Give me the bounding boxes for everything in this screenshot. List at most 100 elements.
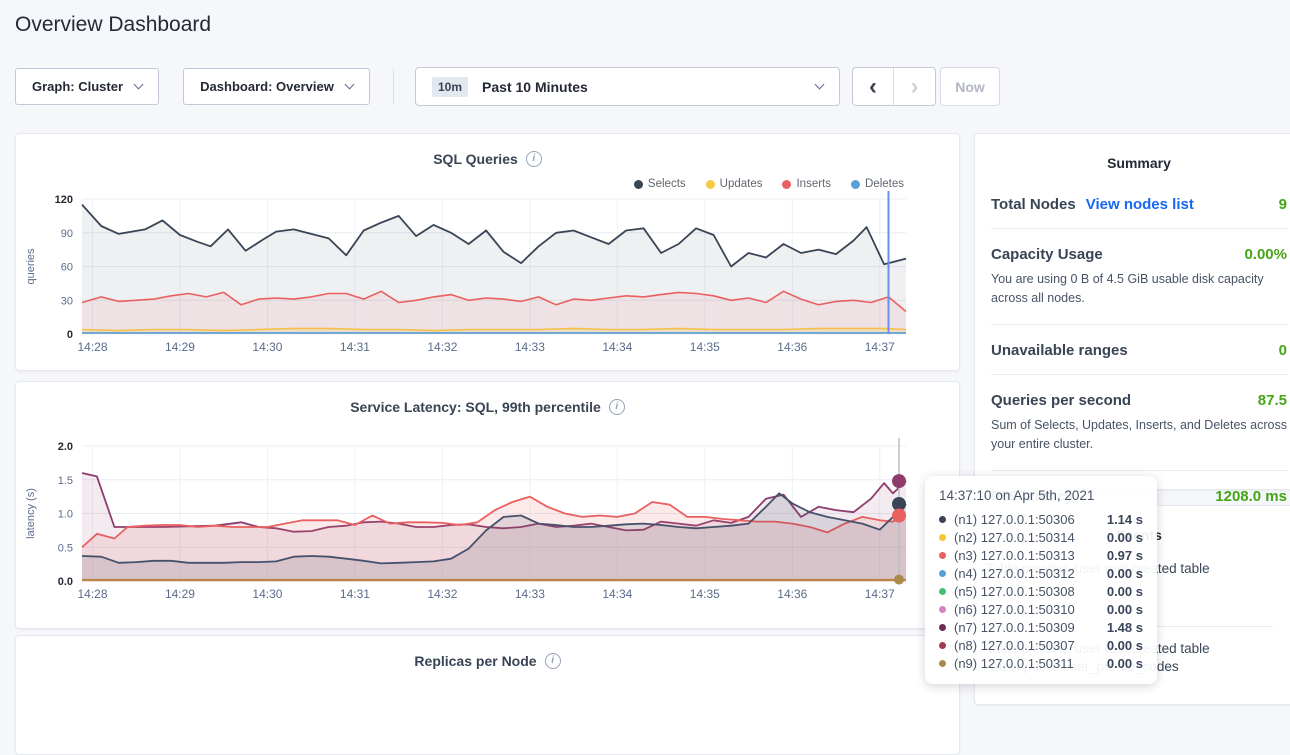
tooltip-row: (n7) 127.0.0.1:503091.48 s [939, 618, 1143, 636]
svg-text:0: 0 [67, 329, 73, 341]
summary-row-unavailable: Unavailable ranges 0 [991, 325, 1287, 375]
graph-dropdown-label: Graph: Cluster [32, 79, 123, 94]
sql-queries-card: SQL Queries i Selects Updates Inserts De… [15, 133, 960, 371]
time-next-button[interactable]: › [894, 68, 935, 105]
total-nodes-value: 9 [1279, 196, 1287, 213]
node-address: (n8) 127.0.0.1:50307 [954, 638, 1075, 653]
svg-text:14:31: 14:31 [340, 340, 370, 354]
svg-text:0.0: 0.0 [58, 576, 73, 588]
node-latency-value: 0.97 s [1107, 548, 1143, 563]
node-dot-icon [939, 588, 946, 595]
sql-queries-chart[interactable]: 14:2814:2914:3014:3114:3214:3314:3414:35… [16, 134, 961, 372]
node-address: (n4) 127.0.0.1:50312 [954, 566, 1075, 581]
svg-text:14:28: 14:28 [77, 340, 107, 354]
tooltip-row: (n2) 127.0.0.1:50314 0.00 s [939, 528, 1143, 546]
now-button-label: Now [955, 79, 985, 95]
svg-text:1.0: 1.0 [58, 509, 73, 521]
svg-text:14:33: 14:33 [515, 587, 545, 601]
svg-text:14:33: 14:33 [515, 340, 545, 354]
capacity-value: 0.00% [1244, 246, 1287, 263]
node-dot-icon [939, 642, 946, 649]
capacity-label: Capacity Usage [991, 246, 1103, 263]
node-dot-icon [939, 570, 946, 577]
capacity-desc: You are using 0 B of 4.5 GiB usable disk… [991, 270, 1287, 309]
node-latency-value: 0.00 s [1107, 566, 1143, 581]
time-nav-group: ‹ › [852, 67, 936, 106]
node-latency-value: 0.00 s [1107, 656, 1143, 671]
node-dot-icon [939, 606, 946, 613]
service-latency-card: Service Latency: SQL, 99th percentile i … [15, 381, 960, 629]
node-latency-value: 0.00 s [1107, 584, 1143, 599]
node-address: (n1) 127.0.0.1:50306 [954, 512, 1075, 527]
tooltip-row: (n8) 127.0.0.1:50307 0.00 s [939, 636, 1143, 654]
replicas-per-node-title: Replicas per Node [414, 653, 536, 669]
node-address: (n9) 127.0.0.1:50311 [954, 656, 1074, 671]
node-dot-icon [939, 516, 946, 523]
unavailable-ranges-value: 0 [1279, 342, 1287, 359]
page-title: Overview Dashboard [15, 13, 211, 37]
svg-text:latency (s): latency (s) [25, 488, 37, 539]
controls-divider [393, 69, 394, 104]
service-latency-chart[interactable]: 14:2814:2914:3014:3114:3214:3314:3414:35… [16, 382, 961, 630]
chevron-right-icon: › [911, 73, 919, 101]
time-prev-button[interactable]: ‹ [853, 68, 894, 105]
qps-label: Queries per second [991, 392, 1131, 409]
node-address: (n5) 127.0.0.1:50308 [954, 584, 1075, 599]
svg-text:30: 30 [61, 295, 73, 307]
node-address: (n6) 127.0.0.1:50310 [954, 602, 1075, 617]
tooltip-row: (n9) 127.0.0.1:50311 0.00 s [939, 654, 1143, 672]
chart-hover-tooltip: 14:37:10 on Apr 5th, 2021 (n1) 127.0.0.1… [925, 476, 1157, 684]
tooltip-row: (n5) 127.0.0.1:50308 0.00 s [939, 582, 1143, 600]
svg-text:14:34: 14:34 [602, 587, 632, 601]
qps-value: 87.5 [1258, 392, 1287, 409]
time-range-label: Past 10 Minutes [482, 79, 588, 95]
tooltip-row: (n3) 127.0.0.1:503130.97 s [939, 546, 1143, 564]
svg-text:2.0: 2.0 [58, 441, 73, 453]
svg-text:14:29: 14:29 [165, 587, 195, 601]
svg-text:14:35: 14:35 [690, 587, 720, 601]
tooltip-row: (n4) 127.0.0.1:50312 0.00 s [939, 564, 1143, 582]
svg-text:14:30: 14:30 [252, 340, 282, 354]
chevron-down-icon [344, 80, 354, 90]
graph-dropdown[interactable]: Graph: Cluster [15, 68, 159, 105]
info-icon[interactable]: i [545, 653, 561, 669]
dashboard-dropdown[interactable]: Dashboard: Overview [183, 68, 370, 105]
svg-text:120: 120 [55, 194, 73, 206]
node-dot-icon [939, 534, 946, 541]
view-nodes-list-link[interactable]: View nodes list [1086, 196, 1194, 213]
total-nodes-label: Total Nodes [991, 196, 1076, 213]
svg-text:14:31: 14:31 [340, 587, 370, 601]
node-dot-icon [939, 552, 946, 559]
tooltip-row: (n1) 127.0.0.1:50306 1.14 s [939, 510, 1143, 528]
tooltip-timestamp: 14:37:10 on Apr 5th, 2021 [939, 488, 1143, 503]
svg-text:14:34: 14:34 [602, 340, 632, 354]
svg-text:60: 60 [61, 262, 73, 274]
svg-text:90: 90 [61, 228, 73, 240]
p99-latency-value: 1208.0 ms [1215, 488, 1287, 505]
qps-desc: Sum of Selects, Updates, Inserts, and De… [991, 416, 1287, 455]
node-latency-value: 1.14 s [1107, 512, 1143, 527]
svg-text:14:28: 14:28 [77, 587, 107, 601]
summary-row-capacity: Capacity Usage 0.00% You are using 0 B o… [991, 229, 1287, 325]
svg-text:0.5: 0.5 [58, 542, 73, 554]
svg-text:14:37: 14:37 [865, 587, 895, 601]
svg-text:14:32: 14:32 [427, 340, 457, 354]
replicas-per-node-card: Replicas per Node i [15, 635, 960, 755]
summary-panel: Summary Total Nodes View nodes list 9 Ca… [974, 133, 1290, 490]
svg-text:14:37: 14:37 [865, 340, 895, 354]
summary-heading: Summary [975, 134, 1290, 171]
svg-text:14:36: 14:36 [777, 340, 807, 354]
node-address: (n2) 127.0.0.1:50314 [954, 530, 1075, 545]
node-latency-value: 0.00 s [1107, 602, 1143, 617]
time-range-dropdown[interactable]: 10m Past 10 Minutes [415, 67, 840, 106]
node-dot-icon [939, 660, 946, 667]
svg-text:1.5: 1.5 [58, 475, 73, 487]
now-button[interactable]: Now [940, 67, 1000, 106]
chevron-down-icon [134, 80, 144, 90]
node-latency-value: 0.00 s [1107, 530, 1143, 545]
chevron-left-icon: ‹ [869, 73, 877, 101]
node-dot-icon [939, 624, 946, 631]
node-latency-value: 0.00 s [1107, 638, 1143, 653]
svg-text:14:32: 14:32 [427, 587, 457, 601]
node-address: (n7) 127.0.0.1:50309 [954, 620, 1075, 635]
